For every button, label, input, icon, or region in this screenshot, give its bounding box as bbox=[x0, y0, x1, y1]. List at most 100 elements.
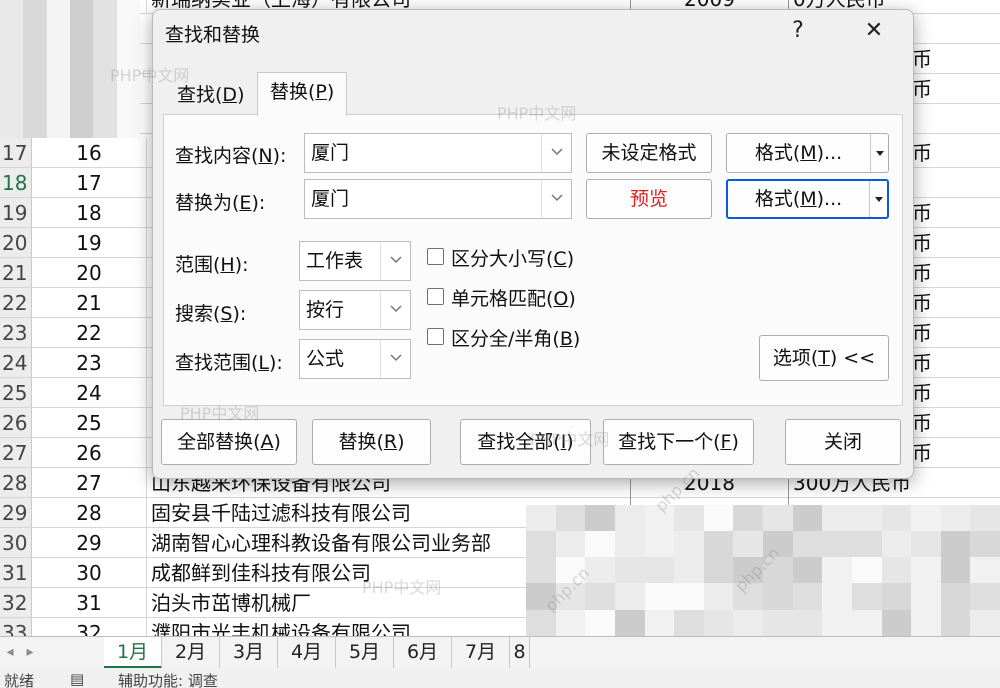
cell-id[interactable]: 28 bbox=[32, 498, 147, 528]
sheet-tab[interactable]: 7月 bbox=[452, 637, 510, 669]
tab-replace[interactable]: 替换(P) bbox=[257, 72, 348, 116]
sheet-tab[interactable]: 3月 bbox=[220, 637, 278, 669]
cell-capital-edge[interactable]: 币 bbox=[912, 258, 1000, 288]
match-entire-cell-checkbox[interactable] bbox=[427, 288, 444, 305]
row-number[interactable]: 27 bbox=[0, 438, 32, 468]
sheet-tab[interactable]: 6月 bbox=[394, 637, 452, 669]
cell-id[interactable]: 16 bbox=[32, 138, 147, 168]
cell-id[interactable]: 18 bbox=[32, 198, 147, 228]
find-all-button[interactable]: 查找全部(I) bbox=[460, 419, 591, 465]
tab-find[interactable]: 查找(D) bbox=[165, 76, 256, 114]
row-number[interactable]: 21 bbox=[0, 258, 32, 288]
row-number[interactable]: 26 bbox=[0, 408, 32, 438]
cell-id[interactable]: 26 bbox=[32, 438, 147, 468]
sheet-tab[interactable]: 1月 bbox=[104, 637, 162, 669]
row-number[interactable]: 20 bbox=[0, 228, 32, 258]
row-number[interactable]: 22 bbox=[0, 288, 32, 318]
chevron-down-icon[interactable] bbox=[541, 134, 571, 172]
scroll-right-icon[interactable]: ▸ bbox=[20, 637, 40, 669]
cell-capital-edge[interactable]: 币 bbox=[912, 228, 1000, 258]
cell-id[interactable]: 17 bbox=[32, 168, 147, 198]
cell-id[interactable]: 27 bbox=[32, 468, 147, 498]
replace-button[interactable]: 替换(R) bbox=[312, 419, 431, 465]
row-number[interactable]: 24 bbox=[0, 348, 32, 378]
mosaic-tile bbox=[674, 505, 704, 532]
sheet-tab[interactable]: 5月 bbox=[336, 637, 394, 669]
row-number[interactable]: 29 bbox=[0, 498, 32, 528]
find-what-input[interactable]: 厦门 bbox=[304, 133, 572, 173]
cell-id[interactable]: 22 bbox=[32, 318, 147, 348]
cell-capital-edge[interactable]: 币 bbox=[912, 198, 1000, 228]
options-button[interactable]: 选项(T) << bbox=[759, 335, 889, 381]
mosaic-tile bbox=[703, 609, 734, 636]
mosaic-tile bbox=[93, 110, 117, 138]
row-number[interactable]: 18 bbox=[0, 168, 32, 198]
cell-capital-edge[interactable]: 币 bbox=[912, 348, 1000, 378]
sheet-tab[interactable]: 8 bbox=[510, 637, 530, 669]
find-format-button[interactable]: 格式(M)... bbox=[726, 133, 889, 173]
row-number[interactable]: 17 bbox=[0, 138, 32, 168]
chevron-down-icon[interactable] bbox=[380, 340, 410, 378]
mosaic-tile bbox=[614, 583, 645, 610]
cell-capital-edge[interactable]: 币 bbox=[912, 438, 1000, 468]
cell-id[interactable]: 21 bbox=[32, 288, 147, 318]
cell-id[interactable]: 23 bbox=[32, 348, 147, 378]
close-button[interactable]: 关闭 bbox=[785, 419, 901, 465]
page-layout-icon[interactable]: ▤ bbox=[70, 670, 84, 688]
mosaic-tile bbox=[940, 583, 971, 610]
scope-select[interactable]: 工作表 bbox=[299, 241, 411, 281]
row-number[interactable]: 23 bbox=[0, 318, 32, 348]
chevron-down-icon[interactable] bbox=[380, 242, 410, 280]
cell-id[interactable]: 29 bbox=[32, 528, 147, 558]
caret-down-icon[interactable] bbox=[870, 134, 888, 172]
match-byte-width-label[interactable]: 区分全/半角(B) bbox=[451, 324, 580, 351]
close-icon[interactable]: ✕ bbox=[857, 16, 891, 46]
match-case-label[interactable]: 区分大小写(C) bbox=[451, 244, 574, 271]
row-number[interactable]: 19 bbox=[0, 198, 32, 228]
caret-down-icon[interactable] bbox=[869, 181, 887, 217]
cell-id[interactable]: 24 bbox=[32, 378, 147, 408]
row-number[interactable]: 30 bbox=[0, 528, 32, 558]
cell-capital-edge[interactable]: 币 bbox=[912, 138, 1000, 168]
mosaic-tile bbox=[93, 0, 117, 28]
mosaic-tile bbox=[881, 583, 912, 610]
mosaic-tile bbox=[70, 110, 94, 138]
chevron-down-icon[interactable] bbox=[541, 180, 571, 218]
replace-with-input[interactable]: 厦门 bbox=[304, 179, 572, 219]
mosaic-tile bbox=[116, 0, 140, 28]
find-replace-dialog: 查找和替换 ? ✕ 查找(D) 替换(P) 查找内容(N): 厦门 未设定格式 … bbox=[152, 9, 914, 479]
cell-capital-edge[interactable]: 币 bbox=[912, 378, 1000, 408]
mosaic-tile bbox=[23, 27, 47, 56]
row-number[interactable]: 31 bbox=[0, 558, 32, 588]
cell-capital-edge[interactable]: 币 bbox=[912, 318, 1000, 348]
cell-capital-edge[interactable]: 币 bbox=[912, 74, 1000, 104]
sheet-tab[interactable]: 4月 bbox=[278, 637, 336, 669]
cell-id[interactable]: 25 bbox=[32, 408, 147, 438]
mosaic-tile bbox=[822, 583, 852, 610]
cell-id[interactable]: 30 bbox=[32, 558, 147, 588]
replace-format-button[interactable]: 格式(M)... bbox=[726, 179, 889, 219]
match-byte-width-checkbox[interactable] bbox=[427, 328, 444, 345]
cell-id[interactable]: 31 bbox=[32, 588, 147, 618]
scroll-left-icon[interactable]: ◂ bbox=[0, 637, 20, 669]
cell-capital-edge[interactable]: 币 bbox=[912, 408, 1000, 438]
cell-id[interactable]: 19 bbox=[32, 228, 147, 258]
match-case-checkbox[interactable] bbox=[427, 248, 444, 265]
accessibility-status[interactable]: 辅助功能: 调查 bbox=[118, 670, 218, 688]
chevron-down-icon[interactable] bbox=[380, 291, 410, 329]
match-entire-cell-label[interactable]: 单元格匹配(O) bbox=[451, 284, 576, 311]
find-next-button[interactable]: 查找下一个(F) bbox=[603, 419, 754, 465]
cell-capital-edge[interactable]: 币 bbox=[912, 288, 1000, 318]
mosaic-tile bbox=[911, 557, 941, 584]
search-order-select[interactable]: 按行 bbox=[299, 290, 411, 330]
mosaic-tile bbox=[674, 609, 704, 636]
row-number[interactable]: 32 bbox=[0, 588, 32, 618]
row-number[interactable]: 28 bbox=[0, 468, 32, 498]
sheet-tab[interactable]: 2月 bbox=[162, 637, 220, 669]
look-in-select[interactable]: 公式 bbox=[299, 339, 411, 379]
cell-id[interactable]: 20 bbox=[32, 258, 147, 288]
cell-capital-edge[interactable]: 币 bbox=[912, 44, 1000, 74]
replace-all-button[interactable]: 全部替换(A) bbox=[161, 419, 297, 465]
help-button[interactable]: ? bbox=[781, 16, 815, 46]
row-number[interactable]: 25 bbox=[0, 378, 32, 408]
